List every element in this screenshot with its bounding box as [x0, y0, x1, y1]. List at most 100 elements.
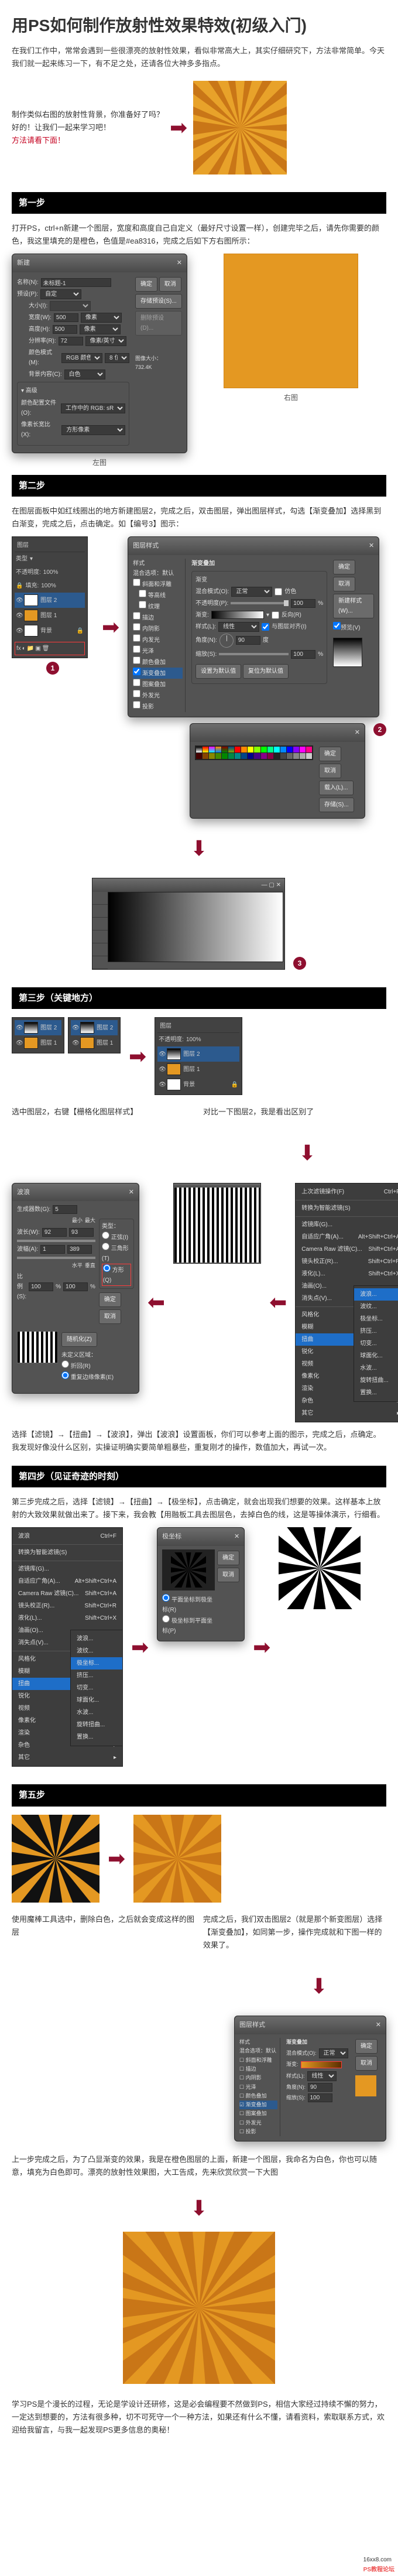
submenu-item[interactable]: 水波... [71, 1706, 122, 1719]
scale-field[interactable] [308, 2093, 332, 2102]
layer-footer-icons[interactable]: fx◐📁▣🗑 [15, 642, 85, 655]
style-item[interactable]: 等高线 [133, 590, 183, 601]
polar-option[interactable]: 极坐标到平面坐标(P) [162, 1615, 215, 1636]
polar-option[interactable]: 平面坐标到极坐标(R) [162, 1594, 215, 1615]
load-button[interactable]: 载入(L)... [319, 781, 354, 795]
ok-button[interactable]: 确定 [319, 747, 341, 761]
submenu-item[interactable]: 球面化... [354, 1350, 398, 1362]
gradient-swatch[interactable] [301, 2061, 342, 2068]
submenu-item[interactable]: 置换... [71, 1731, 122, 1743]
submenu-item-selected[interactable]: 极坐标... [71, 1657, 122, 1670]
resolution-field[interactable] [59, 337, 83, 345]
style-item[interactable]: 内发光 [133, 634, 183, 645]
cancel-button[interactable]: 取消 [319, 764, 341, 778]
menu-item[interactable]: 上次滤镜操作(F)Ctrl+F [296, 1186, 398, 1198]
size-select[interactable] [50, 301, 91, 311]
chevron-down-icon[interactable]: ▾ [266, 610, 269, 620]
fill-value[interactable]: 100% [41, 581, 56, 591]
delete-preset-button[interactable]: 删除预设(D)... [135, 311, 182, 336]
layer-row-1[interactable]: 👁图层 1 [15, 608, 85, 623]
wl-max-field[interactable] [69, 1228, 94, 1237]
eye-icon[interactable]: 👁 [16, 596, 22, 605]
type-option[interactable]: 正弦(I) [102, 1231, 131, 1243]
folder-icon[interactable]: 📁 [27, 644, 34, 654]
fx-icon[interactable]: fx [16, 644, 21, 654]
randomize-button[interactable]: 随机化(Z) [61, 1332, 97, 1347]
opacity-value[interactable]: 100% [43, 567, 59, 577]
submenu-item[interactable]: 挤压... [354, 1325, 398, 1337]
generators-field[interactable] [53, 1205, 77, 1214]
menu-item[interactable]: 镜头校正(R)...Shift+Ctrl+R [296, 1255, 398, 1268]
profile-select[interactable]: 工作中的 RGB: sRGB IEC6... [61, 403, 125, 413]
submenu-item[interactable]: 波纹... [354, 1301, 398, 1313]
cancel-button[interactable]: 取消 [355, 2056, 378, 2071]
style-item[interactable]: 内阴影 [133, 623, 183, 634]
submenu-item[interactable]: 球面化... [71, 1694, 122, 1706]
layer-row-2[interactable]: 👁图层 2 [157, 1046, 239, 1062]
menu-item[interactable]: 转换为智能滤镜(S) [296, 1202, 398, 1215]
bit-depth-select[interactable]: 8 位 [105, 353, 129, 363]
submenu-item[interactable]: 切变... [71, 1682, 122, 1694]
style-item[interactable]: ☐ 内阴影 [239, 2074, 277, 2082]
ok-button[interactable]: 确定 [355, 2039, 378, 2054]
style-item[interactable]: ☐ 光泽 [239, 2083, 277, 2092]
scale-v-field[interactable] [63, 1282, 88, 1291]
width-unit-select[interactable]: 像素 [81, 313, 122, 323]
style-item[interactable]: ☐ 图案叠加 [239, 2109, 277, 2118]
ps-toolbar[interactable] [92, 892, 108, 969]
resolution-unit-select[interactable]: 像素/英寸 [85, 336, 126, 346]
angle-dial[interactable] [219, 634, 234, 648]
style-item[interactable]: 颜色叠加 [133, 656, 183, 668]
type-option[interactable]: 三角形(T) [102, 1243, 131, 1264]
reset-default-button[interactable]: 复位为默认值 [243, 664, 289, 679]
submenu-item[interactable]: 水波... [354, 1362, 398, 1374]
reverse-checkbox[interactable] [272, 611, 279, 619]
height-unit-select[interactable]: 像素 [80, 324, 121, 334]
layer-row-2[interactable]: 👁图层 2 [15, 593, 85, 608]
close-icon[interactable]: ✕ [234, 1531, 239, 1542]
ok-button[interactable]: 确定 [217, 1551, 239, 1565]
submenu-item-selected[interactable]: 波浪... [354, 1288, 398, 1301]
layer-row-1[interactable]: 👁图层 1 [157, 1062, 239, 1077]
menu-item[interactable]: 液化(L)...Shift+Ctrl+X [296, 1268, 398, 1280]
bg-content-select[interactable]: 白色 [64, 370, 105, 379]
amp-max-field[interactable] [67, 1245, 92, 1254]
style-item-selected[interactable]: 渐变叠加 [133, 668, 183, 679]
mask-icon[interactable]: ◐ [22, 644, 26, 654]
submenu-item[interactable]: 波纹... [71, 1645, 122, 1657]
amp-min-field[interactable] [40, 1245, 65, 1254]
preview-checkbox[interactable] [333, 622, 341, 630]
ok-button[interactable]: 确定 [135, 277, 157, 292]
menu-item[interactable]: 滤镜库(G)... [296, 1219, 398, 1231]
wl-min-field[interactable] [42, 1228, 67, 1237]
close-icon[interactable]: ✕ [376, 2020, 381, 2031]
style-item[interactable]: 光泽 [133, 645, 183, 656]
save-button[interactable]: 存储(S)... [319, 798, 354, 812]
blend-select[interactable]: 正常 [231, 587, 272, 597]
style-item[interactable]: ☐ 斜面和浮雕 [239, 2056, 277, 2065]
opacity-field[interactable] [291, 599, 315, 608]
cancel-button[interactable]: 取消 [99, 1309, 121, 1324]
close-icon[interactable]: ✕ [369, 540, 374, 552]
style-item[interactable]: ☐ 颜色叠加 [239, 2092, 277, 2101]
gradient-swatch-grid[interactable] [195, 745, 313, 760]
style-item[interactable]: ☐ 外发光 [239, 2119, 277, 2127]
ok-button[interactable]: 确定 [333, 560, 355, 574]
angle-field[interactable] [236, 636, 260, 645]
gradient-swatch[interactable] [211, 611, 264, 619]
new-style-button[interactable]: 新建样式(W)... [333, 594, 374, 618]
menu-item[interactable]: 自适应广角(A)...Alt+Shift+Ctrl+A [12, 1575, 122, 1588]
undef-option[interactable]: 折回(R) [61, 1360, 134, 1371]
style-item[interactable]: 混合选项：默认 [133, 569, 183, 579]
eye-icon[interactable]: 👁 [16, 626, 22, 636]
submenu-item[interactable]: 波浪... [71, 1633, 122, 1645]
undef-option[interactable]: 重复边缘像素(E) [61, 1371, 134, 1383]
style-item-selected[interactable]: ☑ 渐变叠加 [239, 2101, 277, 2109]
menu-item[interactable]: 波浪Ctrl+F [12, 1530, 122, 1542]
layers-kind[interactable]: 类型 [16, 554, 28, 564]
layer-row-bg[interactable]: 👁背景🔒 [157, 1077, 239, 1092]
submenu-item[interactable]: 挤压... [71, 1670, 122, 1682]
make-default-button[interactable]: 设置为默认值 [195, 664, 241, 679]
style-item[interactable]: 样式 [239, 2038, 277, 2047]
menu-item[interactable]: 镜头校正(R)...Shift+Ctrl+R [12, 1600, 122, 1612]
